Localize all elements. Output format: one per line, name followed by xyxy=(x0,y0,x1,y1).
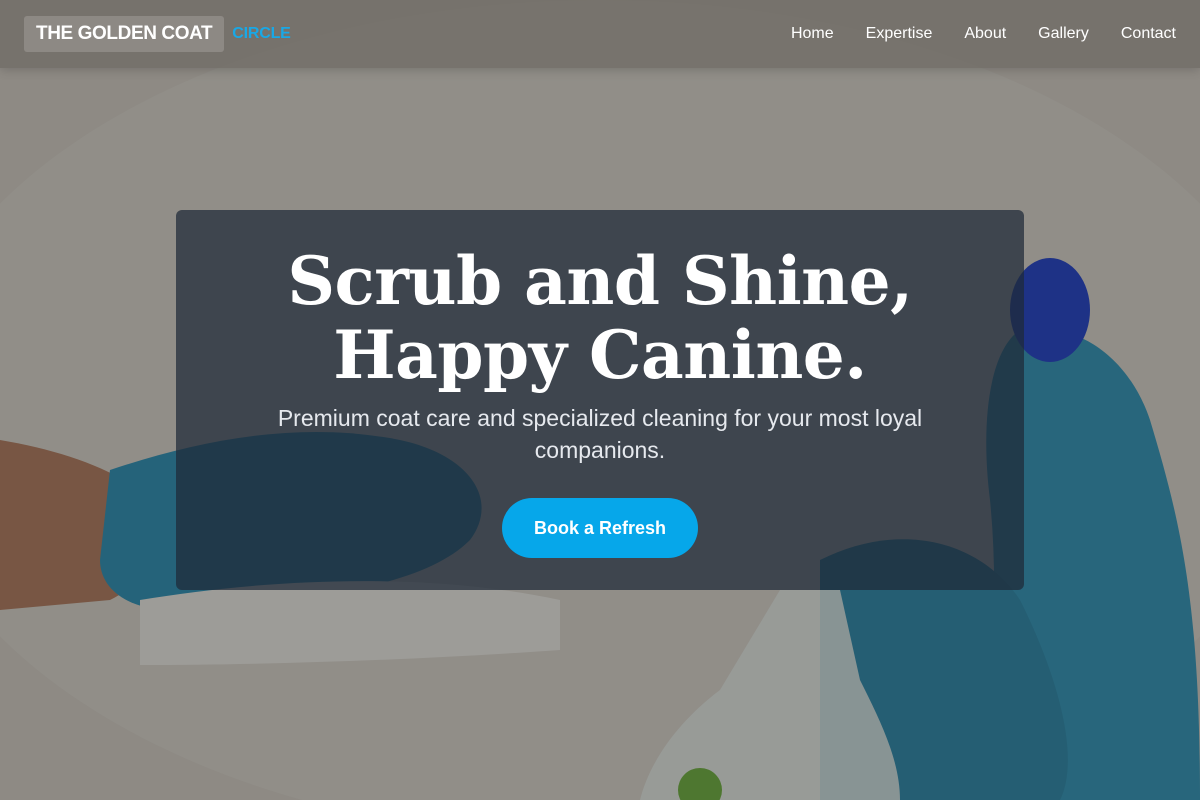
brand-accent: CIRCLE xyxy=(232,25,291,42)
nav-item: Expertise xyxy=(866,25,933,43)
nav-item: About xyxy=(964,25,1006,43)
hero-title-line-1: Scrub and Shine, xyxy=(287,242,913,320)
brand-name: THE GOLDEN COAT xyxy=(24,16,225,52)
book-refresh-button[interactable]: Book a Refresh xyxy=(502,498,698,558)
hero-title-line-2: Happy Canine. xyxy=(333,316,867,394)
nav-link-expertise[interactable]: Expertise xyxy=(866,25,933,42)
nav-item: Gallery xyxy=(1038,25,1089,43)
nav-links: Home Expertise About Gallery Contact xyxy=(791,25,1176,43)
hero-card: Scrub and Shine, Happy Canine. Premium c… xyxy=(176,210,1024,590)
nav-link-about[interactable]: About xyxy=(964,25,1006,42)
nav-item: Home xyxy=(791,25,834,43)
top-navbar: THE GOLDEN COAT CIRCLE Home Expertise Ab… xyxy=(0,0,1200,68)
hero-subtitle: Premium coat care and specialized cleani… xyxy=(277,405,923,463)
hero-title: Scrub and Shine, Happy Canine. xyxy=(176,244,1024,392)
brand-logo-link[interactable]: THE GOLDEN COAT CIRCLE xyxy=(24,16,291,52)
nav-link-gallery[interactable]: Gallery xyxy=(1038,25,1089,42)
nav-link-contact[interactable]: Contact xyxy=(1121,25,1176,42)
nav-item: Contact xyxy=(1121,25,1176,43)
nav-link-home[interactable]: Home xyxy=(791,25,834,42)
